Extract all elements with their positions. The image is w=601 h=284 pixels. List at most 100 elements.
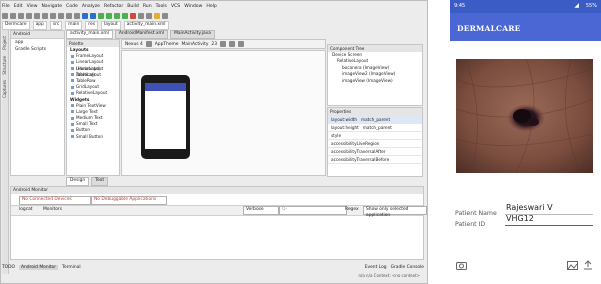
find-icon[interactable] xyxy=(66,12,72,19)
property-row[interactable]: layout:width match_parent xyxy=(328,116,422,124)
sync-icon[interactable] xyxy=(18,12,24,19)
tab-android-monitor[interactable]: Android Monitor xyxy=(18,265,59,270)
theme-selector[interactable]: AppTheme xyxy=(155,42,179,47)
upload-icon[interactable] xyxy=(583,260,593,273)
orientation-icon[interactable] xyxy=(145,41,152,47)
main-toolbar xyxy=(2,11,424,20)
run-icon[interactable] xyxy=(114,12,120,19)
zoom-out-icon[interactable] xyxy=(229,41,236,47)
property-row[interactable]: accessibilityLiveRegion xyxy=(328,140,422,148)
app-title: DERMALCARE xyxy=(457,24,521,33)
project-view-selector[interactable]: Android xyxy=(11,31,64,39)
project-tool-tab[interactable]: Project xyxy=(2,36,7,50)
status-time: 9:45 xyxy=(454,3,466,9)
redo-icon[interactable] xyxy=(34,12,40,19)
skin-lesion-image[interactable] xyxy=(456,59,593,173)
open-folder-icon[interactable] xyxy=(2,12,8,19)
property-row[interactable]: style xyxy=(328,132,422,140)
sdk-manager-icon[interactable] xyxy=(146,12,152,19)
refresh-icon[interactable] xyxy=(238,41,245,47)
paste-icon[interactable] xyxy=(58,12,64,19)
undo-icon[interactable] xyxy=(26,12,32,19)
monitor-header: Android Monitor xyxy=(11,187,423,194)
build-icon[interactable] xyxy=(98,12,104,19)
crumb-res[interactable]: res xyxy=(85,20,98,30)
tab-terminal[interactable]: Terminal xyxy=(62,265,81,270)
stop-icon[interactable] xyxy=(130,12,136,19)
patient-name-label: Patient Name xyxy=(455,210,497,217)
crumb-src[interactable]: src xyxy=(49,20,63,30)
menu-edit[interactable]: Edit xyxy=(14,4,23,9)
debug-icon[interactable] xyxy=(122,12,128,19)
structure-tool-tab[interactable]: Structure xyxy=(2,56,7,75)
help-icon[interactable] xyxy=(162,12,168,19)
camera-icon[interactable] xyxy=(456,261,467,273)
avd-manager-icon[interactable] xyxy=(138,12,144,19)
tab-logcat[interactable]: logcat xyxy=(19,207,33,212)
tree-item-imageview[interactable]: imageView (ImageView) xyxy=(328,78,422,84)
device-preview[interactable] xyxy=(141,75,190,159)
menu-code[interactable]: Code xyxy=(66,4,78,9)
filter-dropdown[interactable]: Show only selected application xyxy=(363,206,427,218)
property-name: accessibilityLiveRegion xyxy=(331,141,380,146)
activity-selector[interactable]: MainActivity xyxy=(182,42,209,47)
tab-design[interactable]: Design xyxy=(66,176,90,186)
app-config-icon[interactable] xyxy=(106,12,112,19)
property-row[interactable]: accessibilityTraversalAfter xyxy=(328,148,422,156)
design-toolbar: Nexus 4 AppTheme MainActivity 23 xyxy=(121,39,326,49)
menu-vcs[interactable]: VCS xyxy=(171,4,180,9)
crumb-file[interactable]: activity_main.xml xyxy=(123,20,169,30)
component-tree-header: Component Tree xyxy=(328,45,422,52)
copy-icon[interactable] xyxy=(50,12,56,19)
tab-main-activity[interactable]: MainActivity.java xyxy=(170,29,215,39)
menu-analyze[interactable]: Analyze xyxy=(82,4,100,9)
tab-event-log[interactable]: Event Log xyxy=(365,265,387,270)
project-item-app[interactable]: app xyxy=(11,39,64,46)
tab-monitors[interactable]: Monitors xyxy=(43,207,62,212)
tab-gradle-console[interactable]: Gradle Console xyxy=(391,265,424,270)
palette-item[interactable]: RelativeLayout xyxy=(67,90,119,96)
captures-tool-tab[interactable]: Captures xyxy=(2,80,7,98)
menu-file[interactable]: File xyxy=(2,4,10,9)
menu-window[interactable]: Window xyxy=(184,4,202,9)
palette-item[interactable]: Small Button xyxy=(67,134,119,140)
zoom-in-icon[interactable] xyxy=(220,41,227,47)
tab-manifest[interactable]: AndroidManifest.xml xyxy=(114,29,169,39)
tab-text[interactable]: Text xyxy=(91,176,109,186)
crumb-app[interactable]: app xyxy=(32,20,47,30)
property-row[interactable]: accessibilityTraversalBefore xyxy=(328,156,422,164)
gallery-icon[interactable] xyxy=(567,261,578,273)
device-dropdown[interactable]: No Connected Devices xyxy=(19,196,91,205)
menu-navigate[interactable]: Navigate xyxy=(42,4,63,9)
crumb-project[interactable]: Dermcare xyxy=(2,20,30,30)
property-row[interactable]: layout:height match_parent xyxy=(328,124,422,132)
crumb-main[interactable]: main xyxy=(65,20,83,30)
menu-run[interactable]: Run xyxy=(143,4,152,9)
menu-help[interactable]: Help xyxy=(206,4,216,9)
project-item-gradle[interactable]: Gradle Scripts xyxy=(11,46,64,53)
api-selector[interactable]: 23 xyxy=(211,42,217,47)
patient-name-value[interactable]: Rajeswari V xyxy=(506,203,553,212)
crumb-layout[interactable]: layout xyxy=(100,20,121,30)
menu-tools[interactable]: Tools xyxy=(156,4,167,9)
log-level-dropdown[interactable]: Verbose xyxy=(243,206,279,215)
regex-checkbox[interactable]: Regex xyxy=(345,207,359,212)
properties-panel: Properties layout:width match_parent lay… xyxy=(327,107,423,177)
back-icon[interactable] xyxy=(82,12,88,19)
app-dropdown[interactable]: No Debuggable Applications xyxy=(91,196,167,205)
forward-icon[interactable] xyxy=(90,12,96,19)
menu-build[interactable]: Build xyxy=(127,4,139,9)
patient-id-value[interactable]: VHG12 xyxy=(506,214,534,223)
replace-icon[interactable] xyxy=(74,12,80,19)
tab-activity-main[interactable]: activity_main.xml xyxy=(66,29,113,39)
save-icon[interactable] xyxy=(10,12,16,19)
cut-icon[interactable] xyxy=(42,12,48,19)
logcat-search-input[interactable]: Q- xyxy=(279,206,347,215)
menu-bar: File Edit View Navigate Code Analyze Ref… xyxy=(2,2,424,10)
device-selector[interactable]: Nexus 4 xyxy=(125,42,143,47)
android-monitor-icon[interactable] xyxy=(154,12,160,19)
tab-todo[interactable]: TODO xyxy=(2,265,15,270)
property-name: layout:width xyxy=(331,117,358,122)
menu-refactor[interactable]: Refactor xyxy=(104,4,123,9)
menu-view[interactable]: View xyxy=(27,4,38,9)
